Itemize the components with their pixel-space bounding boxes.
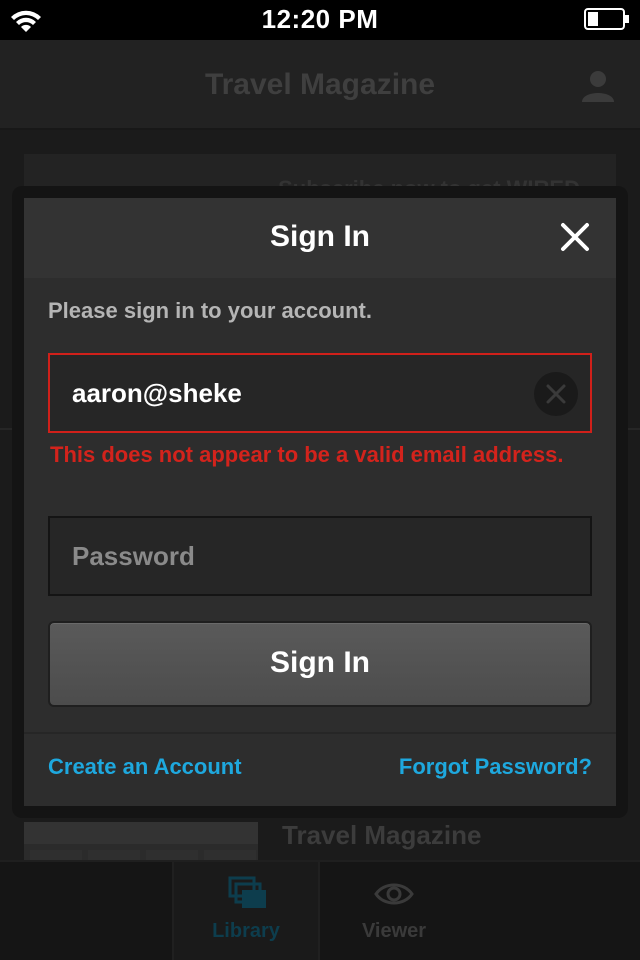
footer-divider [24, 732, 616, 734]
status-bar: 12:20 PM [0, 0, 640, 40]
tab-bar: Library Viewer [0, 860, 640, 960]
tab-label-viewer: Viewer [361, 920, 427, 942]
sign-in-prompt: Please sign in to your account. [48, 298, 372, 323]
email-value: aaron@sheke [72, 378, 242, 408]
dialog-header: Sign In [24, 198, 616, 278]
forgot-password-link[interactable]: Forgot Password? [399, 754, 592, 780]
password-field-container [48, 516, 592, 596]
password-field[interactable] [50, 518, 590, 594]
sign-in-dialog: Sign In Please sign in to your account. … [24, 198, 616, 806]
eye-icon [374, 883, 414, 905]
tab-viewer[interactable]: Viewer [320, 862, 468, 960]
clear-text-icon[interactable] [534, 372, 578, 416]
app-nav-bar: Travel Magazine [0, 40, 640, 130]
app-nav-title: Travel Magazine [204, 68, 436, 101]
tab-library[interactable]: Library [172, 862, 320, 960]
issue-title: Travel Magazine [282, 820, 482, 850]
email-field[interactable]: aaron@sheke [48, 353, 592, 433]
library-icon [228, 876, 266, 908]
status-time: 12:20 PM [261, 4, 379, 34]
profile-icon[interactable] [580, 68, 616, 104]
tab-label-library: Library [212, 920, 280, 942]
close-icon[interactable] [560, 222, 590, 252]
battery-icon [584, 8, 629, 30]
email-error-message: This does not appear to be a valid email… [50, 442, 564, 467]
sign-in-button[interactable]: Sign In [48, 621, 592, 707]
create-account-link[interactable]: Create an Account [48, 754, 242, 780]
dialog-title: Sign In [270, 220, 370, 253]
